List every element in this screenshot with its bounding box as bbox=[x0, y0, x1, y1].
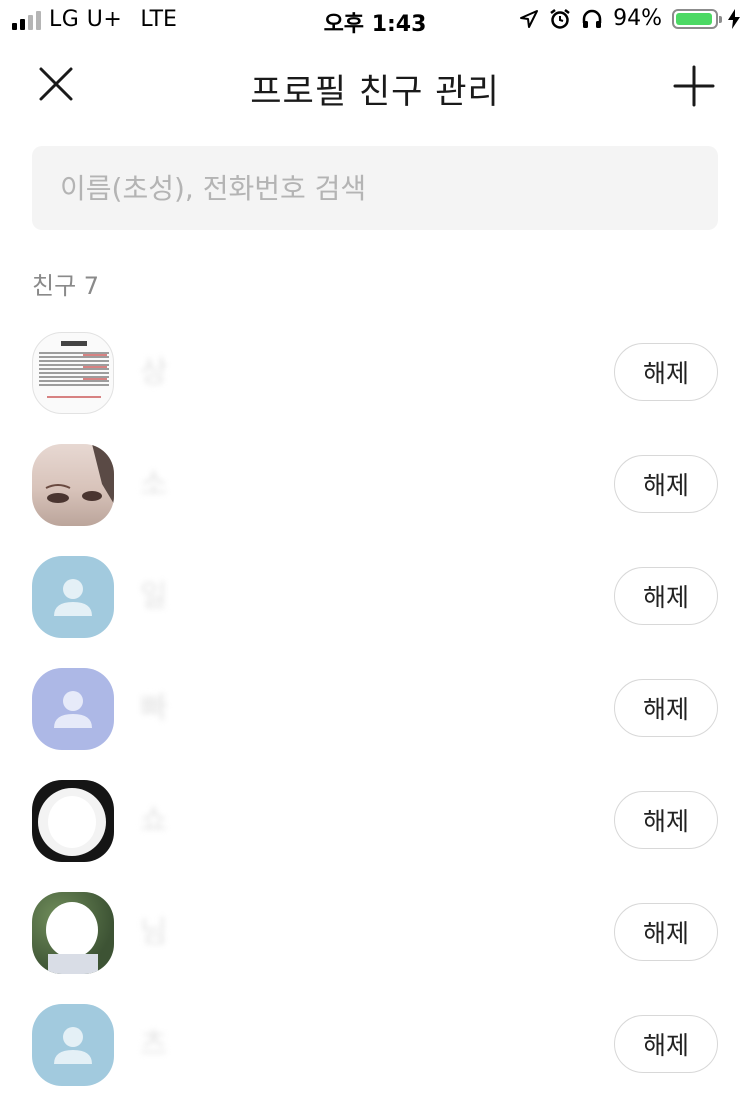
header: 프로필 친구 관리 bbox=[0, 50, 750, 120]
battery-percent: 94% bbox=[613, 6, 662, 31]
friend-name: 일 bbox=[140, 579, 168, 614]
release-button[interactable]: 해제 bbox=[614, 1015, 718, 1073]
document-thumbnail-icon bbox=[39, 341, 109, 398]
photo-avatar-icon bbox=[46, 902, 98, 974]
search-box[interactable] bbox=[32, 146, 718, 230]
avatar[interactable] bbox=[32, 780, 114, 862]
release-button[interactable]: 해제 bbox=[614, 791, 718, 849]
plus-icon bbox=[673, 65, 715, 107]
friend-name: 츠 bbox=[140, 1027, 168, 1062]
friend-name: 소 bbox=[140, 467, 168, 502]
friend-name: 님 bbox=[140, 915, 168, 950]
search-input[interactable] bbox=[58, 170, 662, 206]
friend-name: 상 bbox=[140, 355, 168, 390]
friend-count-label: 친구 7 bbox=[32, 272, 100, 300]
friend-name: 빠 bbox=[140, 691, 168, 726]
avatar[interactable] bbox=[32, 1004, 114, 1086]
face-photo-icon bbox=[45, 444, 114, 504]
release-button[interactable]: 해제 bbox=[614, 567, 718, 625]
status-bar: LG U+ LTE 오후 1:43 94% bbox=[0, 0, 750, 40]
avatar[interactable] bbox=[32, 668, 114, 750]
avatar[interactable] bbox=[32, 892, 114, 974]
friend-row: 상 해제 bbox=[0, 317, 750, 429]
battery-cap bbox=[719, 15, 722, 23]
release-button[interactable]: 해제 bbox=[614, 455, 718, 513]
avatar[interactable] bbox=[32, 556, 114, 638]
avatar[interactable] bbox=[32, 444, 114, 526]
release-button[interactable]: 해제 bbox=[614, 679, 718, 737]
charging-bolt-icon bbox=[728, 8, 740, 29]
photo-avatar-icon bbox=[38, 788, 106, 856]
avatar[interactable] bbox=[32, 332, 114, 414]
add-friend-button[interactable] bbox=[672, 64, 716, 108]
alarm-clock-icon bbox=[550, 8, 570, 29]
page-title: 프로필 친구 관리 bbox=[250, 72, 500, 112]
location-arrow-icon bbox=[520, 9, 539, 28]
battery-icon bbox=[672, 8, 722, 29]
battery-fill bbox=[676, 12, 712, 25]
headphones-icon bbox=[582, 9, 602, 28]
release-button[interactable]: 해제 bbox=[614, 343, 718, 401]
friend-row: 님 해제 bbox=[0, 877, 750, 989]
friend-row: 일 해제 bbox=[0, 541, 750, 653]
friend-row: 쇼 해제 bbox=[0, 765, 750, 877]
release-button[interactable]: 해제 bbox=[614, 903, 718, 961]
friend-row: 빠 해제 bbox=[0, 653, 750, 765]
friend-row: 소 해제 bbox=[0, 429, 750, 541]
friend-row: 츠 해제 bbox=[0, 989, 750, 1101]
friend-name: 쇼 bbox=[140, 803, 168, 838]
status-right: 94% bbox=[519, 6, 740, 31]
default-person-icon bbox=[54, 691, 92, 728]
default-person-icon bbox=[54, 1027, 92, 1064]
default-person-icon bbox=[54, 579, 92, 616]
